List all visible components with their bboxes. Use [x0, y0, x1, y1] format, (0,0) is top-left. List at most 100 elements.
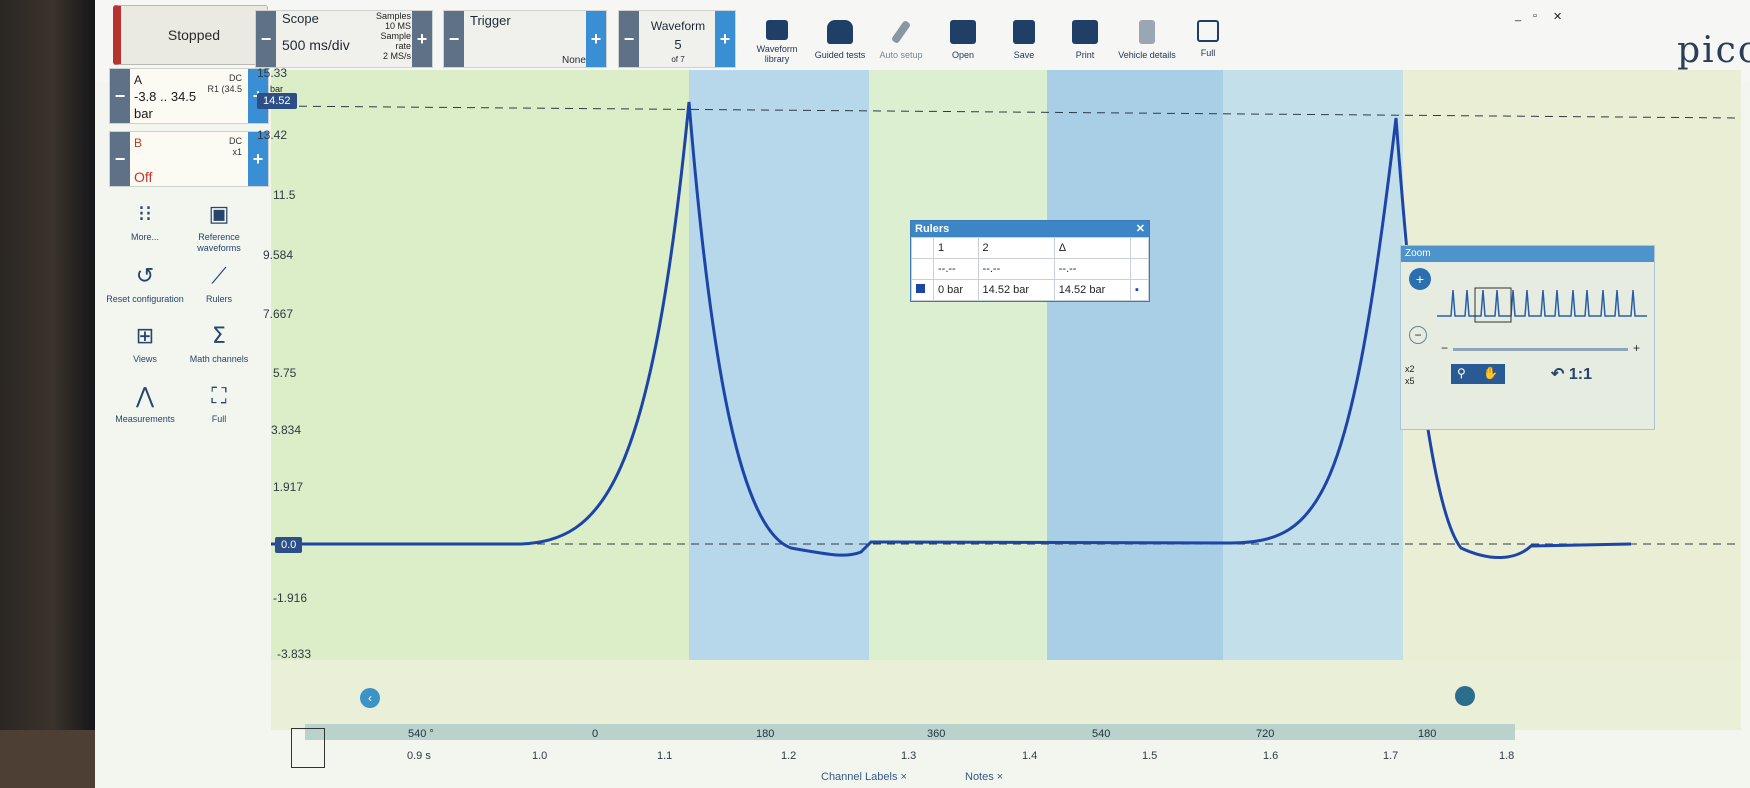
minimize-icon[interactable]: _ [1515, 10, 1521, 22]
tab-notes[interactable]: Notes × [965, 771, 1003, 783]
sample-rate-label: Sample rate [380, 31, 411, 51]
ruler-value-marker[interactable]: 14.52 [257, 93, 297, 109]
scroll-right-icon[interactable] [1455, 686, 1475, 706]
degree-label: 180 [1418, 728, 1437, 740]
views-button[interactable]: ⊞ Views [105, 324, 185, 365]
zoom-title: Zoom [1405, 248, 1431, 259]
y-axis-label: 1.917 [273, 480, 304, 494]
folder-icon [950, 20, 976, 44]
zoom-x2-label: x2 [1405, 364, 1415, 374]
reference-waveforms-button[interactable]: ▣ Reference waveforms [179, 202, 259, 254]
rulers-button[interactable]: ⟋ Rulers [179, 264, 259, 305]
x-axis-label: 1.4 [1022, 750, 1038, 762]
rulers-title: Rulers [915, 223, 950, 235]
waveform-next-button[interactable]: + [715, 11, 735, 67]
reference-waveforms-icon: ▣ [208, 202, 230, 227]
zoom-slider[interactable] [1453, 348, 1628, 351]
lock-icon[interactable]: ▪ [1135, 284, 1139, 296]
auto-setup-button[interactable]: Auto setup [871, 19, 931, 60]
full-view-button[interactable]: ⛶ Full [179, 384, 259, 425]
zoom-slider-plus-icon[interactable]: + [1633, 341, 1640, 355]
zoom-window[interactable]: Zoom + − − + x2 x5 ⚲ ✋ ↶ 1:1 [1400, 245, 1655, 430]
y-axis-label: 15.33 [257, 66, 288, 80]
y-axis-label: 13.42 [257, 128, 288, 142]
close-icon[interactable]: ✕ [1136, 221, 1145, 237]
zoom-slider-minus-icon[interactable]: − [1441, 341, 1448, 355]
trigger-decrease-button[interactable]: − [444, 11, 464, 67]
stack-icon [766, 20, 788, 40]
channel-a-coupling: DC [229, 73, 242, 83]
timebase-decrease-button[interactable]: − [256, 11, 276, 67]
crank-angle-bar [305, 724, 1515, 740]
waveform-previous-button[interactable]: − [619, 11, 639, 67]
scope-timebase-control: − Scope 500 ms/div Samples 10 MS Sample … [255, 10, 433, 68]
x-axis-label: 1.2 [781, 750, 797, 762]
table-cell: --.-- [933, 258, 979, 280]
waveform-of-count: of 7 [671, 55, 685, 64]
y-axis-label: 5.75 [273, 366, 297, 380]
trigger-title: Trigger [470, 13, 511, 28]
degree-label: 0 [592, 728, 599, 740]
fullscreen-icon: ⛶ [211, 384, 227, 409]
x-axis-label: 1.3 [901, 750, 917, 762]
full-screen-button[interactable]: Full [1178, 20, 1238, 58]
zero-offset-marker[interactable]: 0.0 [275, 537, 303, 553]
channel-b-panel[interactable]: − B Off DC x1 + [109, 131, 269, 187]
y-axis-label: 11.5 [273, 188, 296, 202]
run-stop-button[interactable]: Stopped [113, 5, 268, 65]
samples-value: 10 MS [384, 21, 411, 31]
waveform-library-button[interactable]: Waveform library [747, 20, 807, 64]
picoscope-window: Stopped − Scope 500 ms/div Samples 10 MS… [95, 0, 1750, 788]
print-button[interactable]: Print [1055, 20, 1115, 60]
channel-b-probe: x1 [232, 147, 242, 157]
close-icon[interactable]: ✕ [1553, 10, 1562, 23]
reset-configuration-button[interactable]: ↺ Reset configuration [105, 264, 185, 305]
scroll-left-icon[interactable]: ‹ [360, 688, 380, 708]
more-button[interactable]: ⁝⁝ More... [105, 202, 185, 243]
degree-label: 360 [927, 728, 946, 740]
channel-a-range-decrease-button[interactable]: − [110, 69, 130, 123]
axis-origin-handle[interactable] [291, 728, 325, 768]
y-axis-label: -3.833 [277, 647, 312, 661]
channel-a-name: A [134, 73, 143, 87]
channel-b-range-decrease-button[interactable]: − [110, 132, 130, 186]
channel-a-panel[interactable]: − A -3.8 .. 34.5 bar DC R1 (34.5 + [109, 68, 269, 124]
ruler-line-1[interactable] [271, 105, 1741, 119]
degree-label: 540 [1092, 728, 1111, 740]
trigger-mode: None [562, 55, 586, 66]
timebase-value: 500 ms/div [282, 37, 350, 53]
run-state-label: Stopped [167, 27, 221, 43]
save-button[interactable]: Save [994, 20, 1054, 60]
zoom-ratio: 1:1 [1568, 366, 1592, 383]
rulers-window[interactable]: Rulers ✕ 1 2 Δ --.-- --.-- --.-- 0 bar 1 [910, 220, 1150, 302]
reset-icon: ↺ [135, 264, 155, 289]
fullscreen-icon [1197, 20, 1219, 42]
measurements-button[interactable]: ⋀ Measurements [105, 384, 185, 425]
restore-icon[interactable]: ▫ [1533, 10, 1537, 22]
x-axis-label: 1.1 [657, 750, 673, 762]
timebase-increase-button[interactable]: + [412, 11, 432, 67]
table-cell: Δ [1053, 237, 1132, 259]
zoom-out-icon[interactable]: − [1409, 326, 1427, 344]
sigma-icon: Σ [212, 324, 226, 349]
x-axis-label: 1.6 [1263, 750, 1279, 762]
vehicle-details-button[interactable]: Vehicle details [1117, 20, 1177, 60]
trigger-increase-button[interactable]: + [586, 11, 606, 67]
tab-channel-labels[interactable]: Channel Labels × [821, 771, 907, 783]
zoom-titlebar[interactable]: Zoom [1401, 246, 1654, 262]
open-button[interactable]: Open [933, 20, 993, 60]
degree-label: 720 [1256, 728, 1275, 740]
table-cell: 14.52 bar [977, 279, 1055, 301]
zoom-in-icon[interactable]: + [1409, 268, 1431, 290]
printer-icon [1072, 20, 1098, 44]
zoom-reset-button[interactable]: ↶ 1:1 [1551, 364, 1592, 384]
math-channels-button[interactable]: Σ Math channels [179, 324, 259, 365]
y-unit-label: bar [270, 84, 284, 94]
rulers-titlebar[interactable]: Rulers ✕ [911, 221, 1149, 237]
zoom-tool-toggle[interactable]: ⚲ ✋ [1451, 364, 1505, 384]
pico-logo: picc [1677, 30, 1750, 71]
guided-tests-button[interactable]: Guided tests [810, 20, 870, 60]
wand-icon [890, 19, 912, 45]
y-axis-label: 3.834 [271, 423, 302, 437]
table-row: 1 2 Δ [911, 237, 1149, 259]
